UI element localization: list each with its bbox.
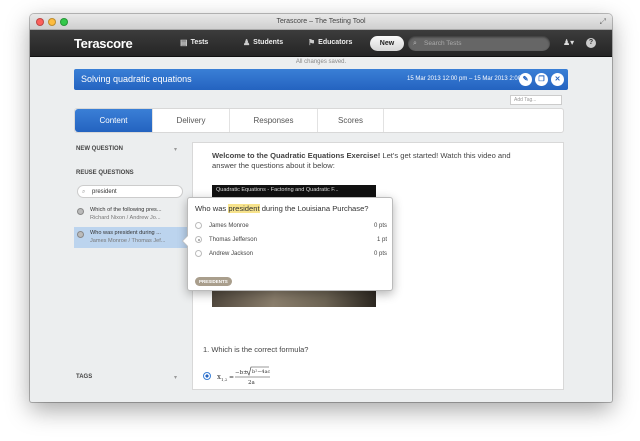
help-icon[interactable]: ? <box>586 38 596 48</box>
nav-educators[interactable]: ⚑ Educators <box>308 38 352 47</box>
result-answers: Richard Nixon / Andrew Jo... <box>90 215 161 221</box>
option-label: James Monroe <box>209 223 249 229</box>
option-label: Thomas Jefferson <box>209 237 257 243</box>
zoom-window-button[interactable] <box>60 18 68 26</box>
svg-text:1,2: 1,2 <box>221 377 228 382</box>
svg-text:b²−4ac: b²−4ac <box>252 369 271 375</box>
tab-content[interactable]: Content <box>75 109 153 132</box>
search-placeholder: Search Tests <box>424 40 462 47</box>
option-points: 1 pt <box>376 237 387 243</box>
students-icon: ♟ <box>243 38 251 47</box>
copy-icon[interactable]: ❐ <box>535 73 548 86</box>
svg-text:=: = <box>229 374 234 381</box>
sidebar: NEW QUESTION ▾ REUSE QUESTIONS ⌕ preside… <box>74 142 190 397</box>
question-result-item[interactable]: Which of the following pres... Richard N… <box>74 204 189 225</box>
question-1-text[interactable]: 1. Which is the correct formula? <box>203 345 308 354</box>
search-icon: ⌕ <box>82 189 86 195</box>
nav-students[interactable]: ♟ Students <box>243 38 283 47</box>
drag-handle-icon[interactable] <box>77 231 84 238</box>
nav-tests[interactable]: ▤ Tests <box>180 38 208 47</box>
test-dates[interactable]: 15 Mar 2013 12:00 pm – 15 Mar 2013 2:00 … <box>407 76 531 82</box>
add-tag-input[interactable]: Add Tag... <box>510 95 562 105</box>
svg-text:2a: 2a <box>248 380 255 386</box>
tags-heading[interactable]: TAGS <box>76 374 92 380</box>
question-search-value: president <box>92 189 117 195</box>
popover-arrow-inner <box>183 236 188 246</box>
checked-radio-icon <box>195 236 202 243</box>
title-bar: Terascore – The Testing Tool ⤢ <box>30 14 612 30</box>
top-nav: Terascore ▤ Tests ♟ Students ⚑ Educators… <box>30 30 612 57</box>
test-header-bar: Solving quadratic equations 15 Mar 2013 … <box>74 69 568 90</box>
educators-icon: ⚑ <box>308 38 316 47</box>
close-window-button[interactable] <box>36 18 44 26</box>
preview-option-correct: Thomas Jefferson 1 pt <box>195 235 387 245</box>
nav-tests-label: Tests <box>190 39 209 46</box>
question-result-item-selected[interactable]: Who was president during ... James Monro… <box>74 227 189 248</box>
reuse-questions-heading: REUSE QUESTIONS <box>76 170 134 176</box>
new-question-heading[interactable]: NEW QUESTION <box>76 146 123 152</box>
question-preview-popover: Who was president during the Louisiana P… <box>182 197 393 291</box>
result-title: Which of the following pres... <box>90 207 162 213</box>
option-label: Andrew Jackson <box>209 251 254 257</box>
tab-delivery[interactable]: Delivery <box>153 109 230 132</box>
result-answers: James Monroe / Thomas Jef... <box>90 238 166 244</box>
question-after: during the Louisiana Purchase? <box>259 204 369 213</box>
chevron-down-icon[interactable]: ▾ <box>174 374 177 381</box>
tab-bar: Content Delivery Responses Scores <box>74 108 564 133</box>
tab-responses[interactable]: Responses <box>230 109 318 132</box>
preview-option: Andrew Jackson 0 pts <box>195 249 387 259</box>
drag-handle-icon[interactable] <box>77 208 84 215</box>
test-title[interactable]: Solving quadratic equations <box>81 74 192 84</box>
user-menu-icon[interactable]: ♟▾ <box>563 38 574 47</box>
preview-question-text: Who was president during the Louisiana P… <box>195 204 369 213</box>
radio-icon <box>195 222 202 229</box>
option-points: 0 pts <box>373 223 387 229</box>
question-search-input[interactable]: ⌕ president <box>77 185 183 198</box>
search-tests-input[interactable]: ⌕ Search Tests <box>408 36 550 51</box>
window-title: Terascore – The Testing Tool <box>276 18 366 25</box>
new-button[interactable]: New <box>370 36 404 51</box>
question-before: Who was <box>195 204 229 213</box>
edit-icon[interactable]: ✎ <box>519 73 532 86</box>
preview-option: James Monroe 0 pts <box>195 221 387 231</box>
selected-radio-icon[interactable] <box>203 372 211 380</box>
tab-scores[interactable]: Scores <box>318 109 384 132</box>
nav-educators-label: Educators <box>318 39 353 46</box>
search-match-highlight: president <box>228 204 260 213</box>
answer-option-formula[interactable]: x 1,2 = −b± b²−4ac 2a <box>203 365 287 387</box>
app-window: Terascore – The Testing Tool ⤢ Terascore… <box>30 14 612 402</box>
nav-students-label: Students <box>253 39 284 46</box>
chevron-down-icon[interactable]: ▾ <box>174 146 177 153</box>
intro-heading: Welcome to the Quadratic Equations Exerc… <box>212 151 381 160</box>
svg-text:−b±: −b± <box>235 370 248 376</box>
save-status: All changes saved. <box>295 59 347 65</box>
minimize-window-button[interactable] <box>48 18 56 26</box>
intro-text[interactable]: Welcome to the Quadratic Equations Exerc… <box>212 151 528 171</box>
close-icon[interactable]: ✕ <box>551 73 564 86</box>
search-icon: ⌕ <box>413 40 417 47</box>
quadratic-formula-image: x 1,2 = −b± b²−4ac 2a <box>217 366 271 386</box>
video-title: Quadratic Equations - Factoring and Quad… <box>216 187 339 193</box>
result-title: Who was president during ... <box>90 230 161 236</box>
option-points: 0 pts <box>373 251 387 257</box>
logo[interactable]: Terascore <box>74 36 133 51</box>
tag-badge: PRESIDENTS <box>195 277 232 286</box>
document-icon: ▤ <box>180 38 188 47</box>
fullscreen-icon[interactable]: ⤢ <box>600 17 606 27</box>
radio-icon <box>195 250 202 257</box>
